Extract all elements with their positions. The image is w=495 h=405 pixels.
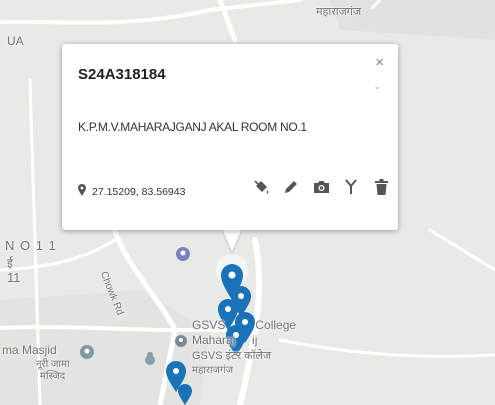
map-label-gsvs-college: GSVS College [192,318,297,332]
map-label-no11: N O 1 1 [5,238,57,253]
coordinates-row: 27.15209, 83.56943 [78,183,185,201]
camera-icon[interactable] [312,178,330,196]
info-popup: S24A318184 × ⌄ K.P.M.V.MAHARAJGANJ AKAL … [62,44,398,230]
popup-title: S24A318184 [78,66,166,83]
pin-icon [78,183,86,201]
map-label-gsvs-hindi: GSVS इंटर कॉलेज [192,350,272,362]
map-label-jama-masjid-hindi-2: मस्जिद [40,371,66,382]
map-label-jama-masjid: ma Masjid [2,343,57,357]
popup-pointer [222,229,242,251]
map-label-11: 11 [7,270,21,285]
pencil-icon[interactable] [282,178,300,196]
map-label-maharajganj-top: महाराजगंज [316,6,362,18]
map-label-maharajganj-hindi: महाराजगंज [192,365,234,376]
map-label-maharajganj: Maharaj ij [192,333,258,347]
map-label-ua: UA [7,34,24,48]
map-label-hindi-char: ई [7,256,13,270]
popup-toolbar [252,178,390,196]
close-button[interactable]: × [375,55,384,70]
poi-marker-college[interactable] [175,335,187,347]
fork-icon[interactable] [342,178,360,196]
paint-bucket-icon[interactable] [252,178,270,196]
popup-address: K.P.M.V.MAHARAJGANJ AKAL ROOM NO.1 [78,120,307,134]
trash-icon[interactable] [372,178,390,196]
coordinates-text: 27.15209, 83.56943 [92,186,186,198]
poi-marker-regional-office[interactable] [176,247,190,261]
poi-marker-masjid[interactable] [80,345,94,359]
scroll-down-icon[interactable]: ⌄ [373,81,381,92]
